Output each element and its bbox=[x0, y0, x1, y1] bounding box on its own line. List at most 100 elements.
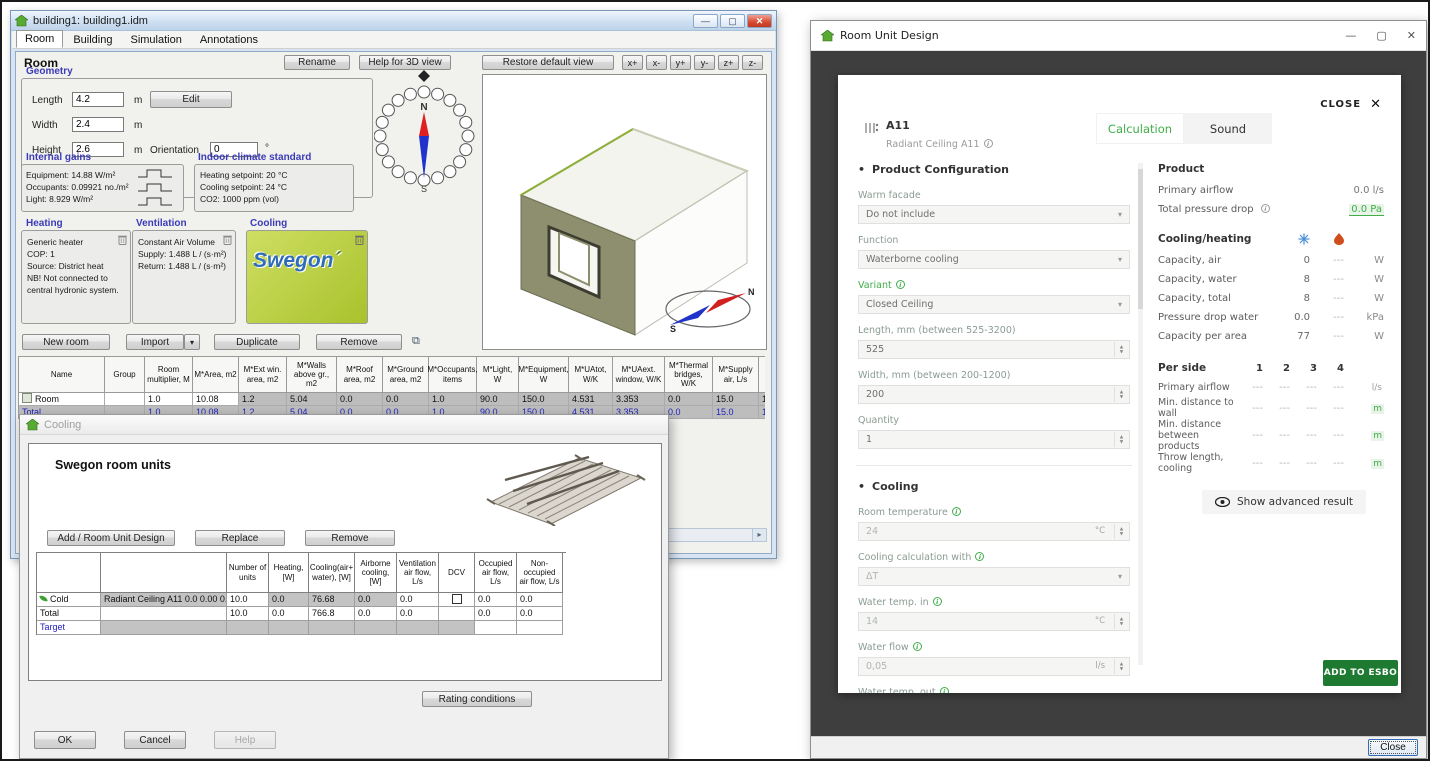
table-cell[interactable] bbox=[227, 621, 269, 635]
width-stepper[interactable]: 200 ▲▼ bbox=[858, 385, 1130, 404]
info-icon[interactable]: i bbox=[913, 642, 922, 651]
table-cell[interactable]: 0.0 bbox=[355, 593, 397, 607]
table-cell[interactable]: 1.0 bbox=[145, 393, 193, 406]
table-cell[interactable] bbox=[309, 621, 355, 635]
heating-trash-icon[interactable] bbox=[118, 234, 127, 245]
column-header[interactable]: M* bbox=[759, 357, 765, 393]
maximize-icon[interactable]: ▢ bbox=[720, 14, 745, 28]
column-header[interactable]: M*Ext win. area, m2 bbox=[239, 357, 287, 393]
room-temperature-input[interactable]: 24 °C ▲▼ bbox=[858, 522, 1130, 541]
minimize-icon[interactable]: — bbox=[1345, 29, 1356, 42]
table-cell[interactable]: 0.0 bbox=[517, 593, 563, 607]
info-icon[interactable]: i bbox=[940, 687, 949, 693]
minimize-icon[interactable]: — bbox=[693, 14, 718, 28]
scroll-right-icon[interactable]: ▸ bbox=[752, 529, 766, 541]
dcv-checkbox[interactable] bbox=[452, 594, 462, 604]
axis-view-button[interactable]: x- bbox=[646, 55, 667, 70]
import-dropdown-icon[interactable]: ▾ bbox=[184, 334, 200, 350]
table-cell[interactable]: 0.0 bbox=[269, 593, 309, 607]
stepper-icon[interactable]: ▲▼ bbox=[1114, 342, 1128, 357]
info-icon[interactable]: i bbox=[1261, 204, 1270, 213]
axis-view-button[interactable]: y- bbox=[694, 55, 715, 70]
menu-tab[interactable]: Annotations bbox=[192, 32, 266, 48]
cooling-swegon-box[interactable]: Swegon´ bbox=[246, 230, 368, 324]
tab-calculation[interactable]: Calculation bbox=[1096, 113, 1184, 144]
length-input[interactable] bbox=[72, 92, 124, 107]
ok-button[interactable]: OK bbox=[34, 731, 96, 749]
width-input[interactable] bbox=[72, 117, 124, 132]
import-button[interactable]: Import bbox=[126, 334, 184, 350]
column-header[interactable]: M*UAext. window, W/K bbox=[613, 357, 665, 393]
column-header[interactable]: M*Ground area, m2 bbox=[383, 357, 429, 393]
table-cell[interactable]: 76.68 bbox=[309, 593, 355, 607]
total-pressure-drop-value[interactable]: 0.0 Pa bbox=[1349, 204, 1384, 216]
table-cell[interactable]: Target bbox=[37, 621, 101, 635]
axis-view-button[interactable]: y+ bbox=[670, 55, 691, 70]
close-dialog-button[interactable]: CLOSE ✕ bbox=[1320, 97, 1381, 112]
stepper-icon[interactable]: ▲▼ bbox=[1114, 614, 1128, 629]
stepper-icon[interactable]: ▲▼ bbox=[1114, 659, 1128, 674]
heating-box[interactable]: Generic heaterCOP: 1Source: District hea… bbox=[21, 230, 131, 324]
water-flow-input[interactable]: 0,05 l/s ▲▼ bbox=[858, 657, 1130, 676]
ventilation-trash-icon[interactable] bbox=[223, 234, 232, 245]
info-icon[interactable]: i bbox=[952, 507, 961, 516]
table-cell[interactable]: 1.2 bbox=[239, 393, 287, 406]
table-cell[interactable]: 15.0 bbox=[713, 393, 759, 406]
table-cell[interactable]: 90.0 bbox=[477, 393, 519, 406]
cooling-dialog-titlebar[interactable]: Cooling bbox=[20, 415, 668, 435]
table-cell[interactable] bbox=[517, 621, 563, 635]
menu-tab[interactable]: Simulation bbox=[122, 32, 189, 48]
axis-view-button[interactable]: z+ bbox=[718, 55, 739, 70]
close-icon[interactable]: ✕ bbox=[1407, 29, 1416, 42]
climate-standard-box[interactable]: Heating setpoint: 20 °CCooling setpoint:… bbox=[194, 164, 354, 212]
axis-view-button[interactable]: x+ bbox=[622, 55, 643, 70]
table-cell[interactable] bbox=[439, 621, 475, 635]
section-cooling[interactable]: Cooling bbox=[858, 480, 1130, 493]
table-cell[interactable]: 0.0 bbox=[397, 593, 439, 607]
column-header[interactable]: Group bbox=[105, 357, 145, 393]
cooling-calculation-with-select[interactable]: ΔT ▾ bbox=[858, 567, 1130, 586]
ventilation-box[interactable]: Constant Air VolumeSupply: 1.488 L / (s·… bbox=[132, 230, 236, 324]
function-select[interactable]: Waterborne cooling ▾ bbox=[858, 250, 1130, 269]
column-header[interactable]: M*Light, W bbox=[477, 357, 519, 393]
show-advanced-result-button[interactable]: Show advanced result bbox=[1202, 490, 1366, 514]
table-cell[interactable] bbox=[475, 621, 517, 635]
rud-titlebar[interactable]: Room Unit Design — ▢ ✕ bbox=[811, 21, 1426, 51]
variant-select[interactable]: Closed Ceiling ▾ bbox=[858, 295, 1130, 314]
column-header[interactable]: M*Thermal bridges, W/K bbox=[665, 357, 713, 393]
remove-unit-button[interactable]: Remove bbox=[305, 530, 395, 546]
table-cell[interactable]: 1.0 bbox=[429, 393, 477, 406]
quantity-stepper[interactable]: 1 ▲▼ bbox=[858, 430, 1130, 449]
column-header[interactable]: M*Occupants, items bbox=[429, 357, 477, 393]
table-cell[interactable]: 10.08 bbox=[193, 393, 239, 406]
orientation-compass[interactable]: N S bbox=[374, 66, 476, 198]
popout-icon[interactable]: ⧉ bbox=[412, 335, 420, 348]
stepper-icon[interactable]: ▲▼ bbox=[1114, 432, 1128, 447]
column-header[interactable]: Room multiplier, M bbox=[145, 357, 193, 393]
table-cell[interactable]: Room bbox=[19, 393, 105, 406]
axis-view-button[interactable]: z- bbox=[742, 55, 763, 70]
table-cell[interactable]: 0.0 bbox=[383, 393, 429, 406]
restore-default-view-button[interactable]: Restore default view bbox=[482, 55, 614, 70]
table-cell[interactable] bbox=[269, 621, 309, 635]
maximize-icon[interactable]: ▢ bbox=[1376, 29, 1386, 42]
column-header[interactable]: M*UAtot, W/K bbox=[569, 357, 613, 393]
add-room-unit-design-button[interactable]: Add / Room Unit Design bbox=[47, 530, 175, 546]
column-header[interactable]: M*Supply air, L/s bbox=[713, 357, 759, 393]
tab-sound[interactable]: Sound bbox=[1184, 113, 1272, 144]
duplicate-button[interactable]: Duplicate bbox=[214, 334, 300, 350]
edit-button[interactable]: Edit bbox=[150, 91, 232, 108]
menu-tab[interactable]: Building bbox=[65, 32, 120, 48]
remove-button[interactable]: Remove bbox=[316, 334, 402, 350]
close-window-button[interactable]: Close bbox=[1368, 739, 1418, 756]
info-icon[interactable]: i bbox=[975, 552, 984, 561]
room-units-table[interactable]: Number of unitsHeating, [W]Cooling(air+ … bbox=[36, 552, 566, 635]
water-temp-in-input[interactable]: 14 °C ▲▼ bbox=[858, 612, 1130, 631]
stepper-icon[interactable]: ▲▼ bbox=[1114, 524, 1128, 539]
table-cell[interactable]: 150.0 bbox=[519, 393, 569, 406]
table-cell[interactable]: 0.0 bbox=[475, 593, 517, 607]
scrollbar-thumb[interactable] bbox=[1138, 169, 1143, 309]
column-header[interactable]: M*Roof area, m2 bbox=[337, 357, 383, 393]
column-header[interactable]: M*Walls above gr., m2 bbox=[287, 357, 337, 393]
table-cell[interactable]: 15 bbox=[759, 393, 765, 406]
